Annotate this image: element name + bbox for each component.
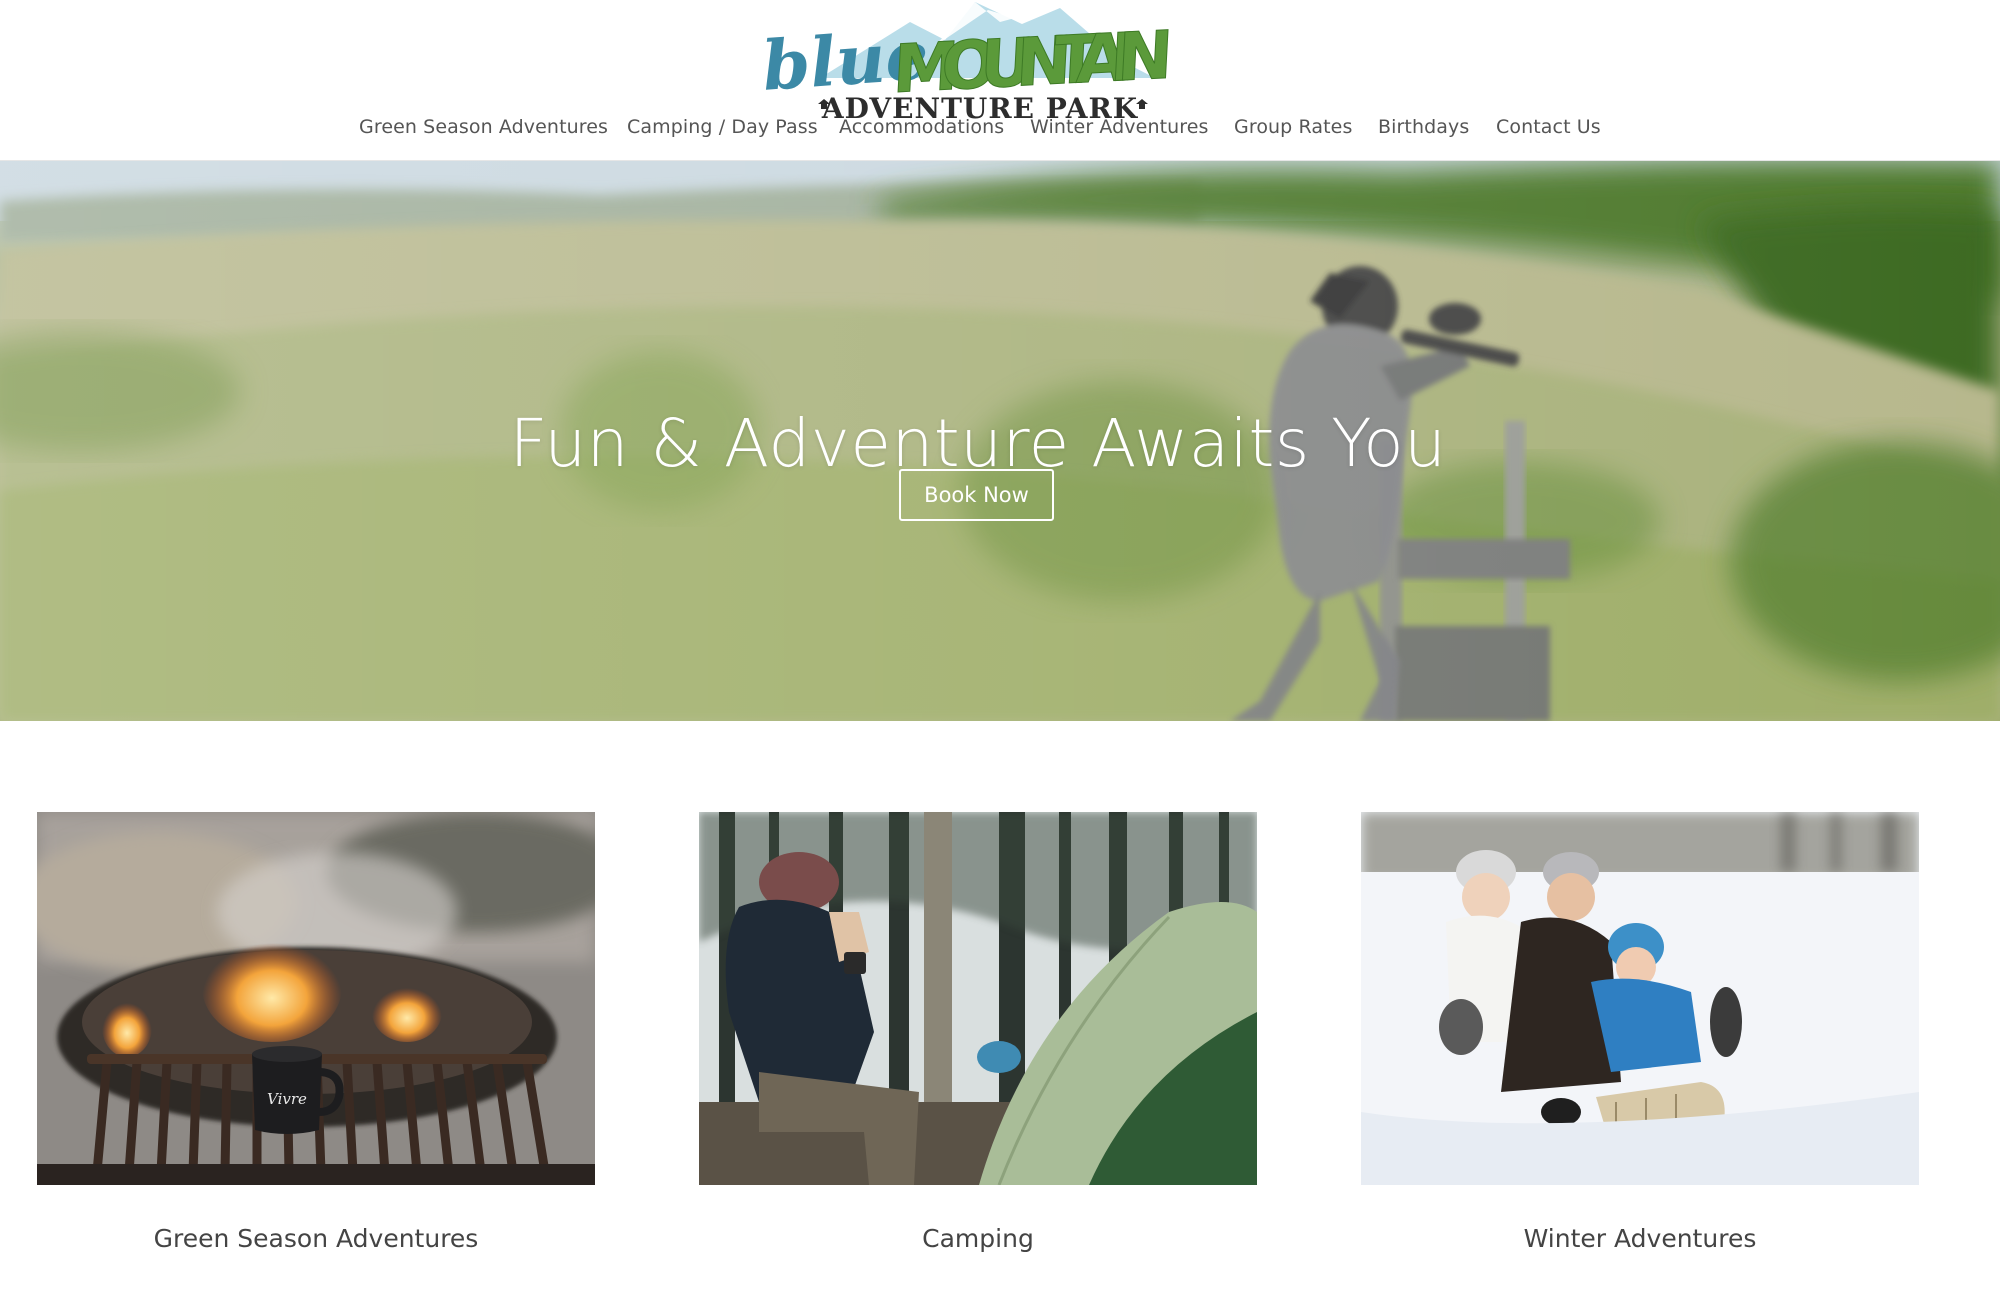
card-label-winter-adventures[interactable]: Winter Adventures bbox=[1361, 1224, 1919, 1253]
nav-item-birthdays[interactable]: Birthdays bbox=[1378, 116, 1469, 138]
site-logo[interactable]: blue MOUNTAIN ADVENTURE PARK bbox=[760, 0, 1200, 122]
card-image-green-season-adventures[interactable]: Vivre bbox=[37, 812, 595, 1185]
book-now-button[interactable]: Book Now bbox=[899, 469, 1054, 521]
nav-item-green-season-adventures[interactable]: Green Season Adventures bbox=[359, 116, 608, 138]
site-header: blue MOUNTAIN ADVENTURE PARK Green Seaso… bbox=[0, 0, 2000, 161]
nav-item-accommodations[interactable]: Accommodations bbox=[839, 116, 1004, 138]
tobogganing-photo bbox=[1361, 812, 1919, 1185]
nav-item-winter-adventures[interactable]: Winter Adventures bbox=[1030, 116, 1209, 138]
hero-banner: Fun & Adventure Awaits You Book Now bbox=[0, 161, 2000, 721]
nav-item-contact-us[interactable]: Contact Us bbox=[1496, 116, 1601, 138]
card-image-winter-adventures[interactable] bbox=[1361, 812, 1919, 1185]
card-image-camping[interactable] bbox=[699, 812, 1257, 1185]
camping-photo bbox=[699, 812, 1257, 1185]
nav-item-camping-day-pass[interactable]: Camping / Day Pass bbox=[627, 116, 818, 138]
main-nav: Green Season Adventures Camping / Day Pa… bbox=[0, 116, 2000, 148]
card-label-camping[interactable]: Camping bbox=[699, 1224, 1257, 1253]
nav-item-group-rates[interactable]: Group Rates bbox=[1234, 116, 1352, 138]
campfire-photo: Vivre bbox=[37, 812, 595, 1185]
mug-text: Vivre bbox=[267, 1090, 307, 1108]
card-label-green-season-adventures[interactable]: Green Season Adventures bbox=[37, 1224, 595, 1253]
